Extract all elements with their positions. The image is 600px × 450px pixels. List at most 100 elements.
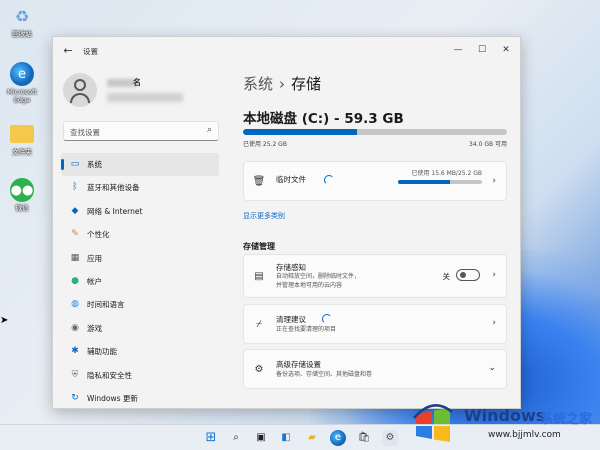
close-icon: ✕ [502, 45, 510, 55]
desktop-icon-wechat[interactable]: ●● 微信 [4, 178, 40, 212]
desktop-icon-label: 文件夹 [12, 148, 32, 156]
sidebar-item-privacy[interactable]: ⛨ 隐私和安全性 [61, 364, 219, 387]
toggle-knob [460, 272, 466, 278]
site-watermark: Windows 系统之家 www.bjjmlv.com [404, 400, 600, 450]
desktop-icon-folder[interactable]: 文件夹 [4, 122, 40, 156]
wechat-icon: ●● [10, 178, 34, 202]
advanced-storage-settings-card[interactable]: ⚙ 高级存储设置 备份选项、存储空间、其他磁盘和卷 ⌄ [243, 349, 507, 389]
edge-icon: e [10, 62, 34, 86]
desktop-icon-recycle-bin[interactable]: ♻ 回收站 [4, 4, 40, 39]
active-indicator [61, 159, 64, 170]
sidebar-item-accounts[interactable]: ● 帐户 [61, 270, 219, 293]
edge-icon[interactable]: e [330, 430, 346, 446]
monitor-icon: ▭ [70, 159, 80, 169]
maximize-button[interactable]: ☐ [471, 41, 493, 59]
search-placeholder: 查找设置 [70, 128, 100, 137]
accessibility-icon: ✱ [71, 346, 79, 357]
show-more-categories-link[interactable]: 显示更多类别 [243, 211, 285, 221]
sidebar-item-label: 网络 & Internet [87, 206, 143, 216]
wifi-icon: ◆ [71, 205, 79, 216]
cleanup-title: 清理建议 [276, 315, 306, 324]
bluetooth-icon: ᛒ [72, 182, 78, 193]
broom-icon: ⌿ [256, 319, 262, 330]
trash-icon: 🗑 [252, 176, 266, 187]
sidebar-item-personalization[interactable]: ✎ 个性化 [61, 223, 219, 246]
sidebar-item-label: Windows 更新 [87, 393, 138, 403]
task-view-icon[interactable]: ▣ [253, 430, 269, 446]
desktop-icon-label: 微信 [15, 204, 29, 212]
storage-sense-subtitle-1: 自动释放空间，删除临时文件， [276, 273, 361, 280]
sidebar-item-system[interactable]: ▭ 系统 [61, 153, 219, 177]
title-bar[interactable]: ← 设置 — ☐ ✕ [53, 37, 520, 65]
update-icon: ↻ [71, 392, 79, 403]
sidebar-item-label: 应用 [87, 253, 102, 263]
search-icon[interactable]: ⌕ [228, 430, 244, 446]
disk-usage-fill [243, 129, 357, 135]
breadcrumb: 系统 › 存储 [243, 73, 321, 94]
sidebar-item-label: 系统 [87, 160, 102, 169]
window-title: 设置 [83, 47, 98, 56]
gear-icon: ⚙ [254, 364, 264, 375]
user-email-redacted [107, 93, 183, 102]
sidebar-item-accessibility[interactable]: ✱ 辅助功能 [61, 340, 219, 363]
close-button[interactable]: ✕ [495, 41, 517, 59]
account-icon: ● [71, 275, 79, 286]
temp-files-label: 临时文件 [276, 175, 306, 184]
avatar [63, 73, 97, 107]
start-icon[interactable]: ⊞ [203, 430, 219, 446]
disk-title: 本地磁盘 (C:) - 59.3 GB [243, 111, 404, 127]
brush-icon: ✎ [71, 229, 79, 240]
search-icon: ⌕ [206, 125, 212, 135]
chevron-right-icon: › [492, 318, 496, 328]
breadcrumb-parent[interactable]: 系统 [243, 75, 273, 93]
page-title: 存储 [291, 75, 322, 93]
storage-sense-toggle[interactable] [456, 269, 480, 281]
storage-sense-title: 存储感知 [276, 263, 306, 272]
sidebar-item-network[interactable]: ◆ 网络 & Internet [61, 200, 219, 223]
storage-sense-subtitle-2: 并管理本地可用的云内容 [276, 282, 343, 289]
shield-icon: ⛨ [71, 369, 79, 380]
chevron-right-icon: › [492, 176, 496, 186]
folder-icon [10, 125, 34, 143]
cleanup-recommendations-card[interactable]: ⌿ 清理建议 正在查找要清理的项目 › [243, 304, 507, 344]
sidebar-item-label: 隐私和安全性 [87, 370, 132, 380]
sidebar-item-label: 时间和语言 [87, 300, 125, 310]
storage-sense-card[interactable]: ▤ 存储感知 自动释放空间，删除临时文件， 并管理本地可用的云内容 关 › [243, 254, 507, 298]
sidebar-item-label: 个性化 [87, 230, 110, 240]
sidebar-item-windows-update[interactable]: ↻ Windows 更新 [61, 387, 219, 408]
desktop-icon-label: Microsoft Edge [7, 88, 37, 104]
globe-clock-icon: ◍ [71, 299, 79, 310]
watermark-url: www.bjjmlv.com [488, 430, 561, 440]
store-icon[interactable]: 🛍 [356, 430, 372, 446]
widgets-icon[interactable]: ◧ [278, 430, 294, 446]
desktop-icon-edge[interactable]: e Microsoft Edge [4, 62, 40, 104]
back-arrow-icon[interactable]: ← [61, 44, 75, 58]
file-explorer-icon[interactable]: ▰ [304, 430, 320, 446]
sidebar-item-gaming[interactable]: ◉ 游戏 [61, 317, 219, 340]
settings-icon[interactable]: ⚙ [382, 430, 398, 446]
search-input[interactable]: 查找设置 ⌕ [63, 121, 219, 141]
temp-files-card[interactable]: 🗑 临时文件 已使用 15.6 MB/25.2 GB › [243, 161, 507, 201]
minimize-icon: — [453, 45, 463, 55]
disk-usage-bar [243, 129, 507, 135]
sidebar-item-label: 蓝牙和其他设备 [87, 183, 140, 193]
mouse-cursor-icon: ➤ [0, 315, 9, 326]
storage-management-heading: 存储管理 [243, 242, 275, 251]
apps-icon: ▦ [70, 252, 80, 263]
loading-spinner-icon [324, 175, 334, 185]
minimize-button[interactable]: — [447, 41, 469, 59]
temp-files-fill [398, 180, 451, 184]
sidebar-item-label: 游戏 [87, 323, 102, 333]
chevron-down-icon: ⌄ [488, 363, 496, 373]
gamepad-icon: ◉ [71, 322, 79, 333]
toggle-state-label: 关 [442, 272, 451, 281]
settings-window: ← 设置 — ☐ ✕ 名 查找设置 ⌕ ▭ 系统 ᛒ 蓝牙和其他设备 ◆ 网络 … [52, 36, 521, 409]
watermark-word-brand: 系统之家 [540, 412, 593, 427]
watermark-word-windows: Windows [464, 406, 546, 425]
chevron-right-icon: › [492, 270, 496, 280]
sidebar-item-apps[interactable]: ▦ 应用 [61, 247, 219, 270]
sidebar-nav: ▭ 系统 ᛒ 蓝牙和其他设备 ◆ 网络 & Internet ✎ 个性化 ▦ 应… [61, 153, 219, 408]
sidebar-item-time-language[interactable]: ◍ 时间和语言 [61, 293, 219, 316]
temp-files-used-label: 已使用 15.6 MB/25.2 GB [411, 170, 482, 177]
sidebar-item-bluetooth[interactable]: ᛒ 蓝牙和其他设备 [61, 176, 219, 199]
